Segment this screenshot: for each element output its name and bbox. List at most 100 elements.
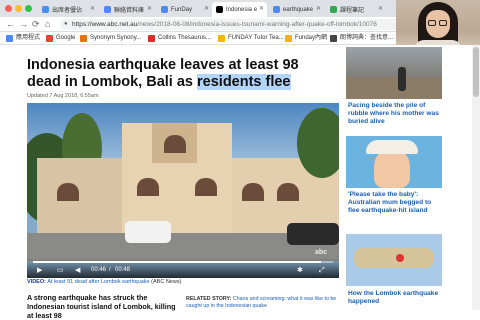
bookmark-item[interactable]: 應用程式	[6, 34, 40, 43]
minimize-window-button[interactable]	[15, 5, 22, 12]
video-window	[242, 183, 264, 201]
video-caption: VIDEO: At least 91 dead after Lombok ear…	[27, 279, 181, 285]
video-window	[277, 183, 299, 201]
tab-label: 聯絡資料庫	[114, 8, 145, 14]
sidebar-story-title[interactable]: 'Please take the baby': Australian mum b…	[348, 191, 442, 215]
browser-tab-active[interactable]: Indonesia e ✕	[212, 2, 267, 17]
zoom-window-button[interactable]	[25, 5, 32, 12]
address-bar[interactable]: ● https://www.abc.net.au/news/2018-08-08…	[60, 19, 405, 30]
video-progress-bar[interactable]	[33, 261, 333, 263]
bookmark-favicon-icon	[80, 35, 87, 42]
tab-favicon-icon	[161, 6, 168, 13]
home-icon[interactable]: ⌂	[45, 19, 50, 30]
video-window	[57, 183, 79, 201]
collins-icon	[148, 35, 155, 42]
bookmark-label: Collins Thesaurus...	[158, 35, 211, 41]
related-label: RELATED STORY:	[186, 296, 232, 302]
abc-favicon-icon	[216, 6, 223, 13]
google-icon	[46, 35, 53, 42]
glasses-right	[439, 20, 447, 26]
dictionary-icon	[330, 35, 337, 42]
tab-label: 出席者優佔	[52, 8, 83, 14]
article-headline: Indonesia earthquake leaves at least 98 …	[27, 57, 332, 91]
sidebar-story-title[interactable]: How the Lombok earthquake happened	[348, 290, 442, 306]
browser-tab[interactable]: 課程筆記 ✕	[326, 2, 386, 17]
updated-timestamp: Updated 7 Aug 2018, 6:55am	[27, 93, 99, 99]
bookmark-label: Synonym Synony...	[90, 35, 142, 41]
video-controls: ▶ ▭ ◀ 00:46 / 00:48 ✱ ⤢	[27, 258, 339, 278]
video-duration: 00:48	[115, 267, 131, 273]
video-current-time: 00:46	[91, 267, 107, 273]
tab-favicon-icon	[104, 6, 111, 13]
video-building-wing	[37, 158, 127, 233]
browser-tab[interactable]: earthquake ✕	[269, 2, 324, 17]
close-tab-icon[interactable]: ✕	[147, 5, 152, 12]
abc-watermark: abc	[315, 249, 328, 256]
baby-face-shape	[374, 148, 410, 188]
close-tab-icon[interactable]: ✕	[259, 5, 264, 12]
close-tab-icon[interactable]: ✕	[316, 5, 321, 12]
article-lead: A strong earthquake has struck the Indon…	[27, 293, 176, 320]
browser-tab[interactable]: 出席者優佔 ✕	[38, 2, 98, 17]
sidebar-story-image[interactable]	[346, 136, 442, 188]
map-land-shape	[354, 248, 434, 268]
video-window	[164, 135, 186, 153]
headline-selected-text[interactable]: residents flee	[197, 74, 291, 90]
reload-icon[interactable]: ⟳	[32, 19, 40, 30]
funday-icon	[218, 35, 225, 42]
tab-label: earthquake	[283, 6, 314, 13]
video-car-white	[125, 221, 171, 243]
fullscreen-icon[interactable]: ⤢	[319, 266, 325, 275]
forward-icon[interactable]: →	[19, 19, 28, 30]
rubble-shape	[346, 77, 442, 99]
bookmark-label: 朗博詞典：查找意...	[340, 35, 394, 41]
close-window-button[interactable]	[5, 5, 12, 12]
play-icon[interactable]: ▶	[37, 266, 42, 275]
captions-icon[interactable]: ▭	[57, 266, 64, 275]
bookmark-item[interactable]: FUNDAY Tutor Tea...	[218, 34, 284, 43]
browser-tab[interactable]: FunDay ✕	[157, 2, 212, 17]
funday-icon	[285, 35, 292, 42]
bookmark-item[interactable]: Google	[46, 34, 75, 43]
tab-label: Indonesia e	[226, 6, 258, 13]
close-tab-icon[interactable]: ✕	[90, 5, 95, 12]
caption-source: (ABC News)	[149, 279, 182, 285]
video-window	[195, 178, 217, 196]
bookmark-item[interactable]: Funday內網	[285, 34, 327, 43]
tab-label: 課程筆記	[340, 8, 365, 14]
scrollbar-thumb[interactable]	[473, 47, 479, 97]
caption-label: VIDEO:	[27, 279, 46, 285]
bookmark-label: 應用程式	[16, 35, 41, 41]
lock-icon: ●	[64, 21, 68, 27]
bookmark-item[interactable]: 朗博詞典：查找意...	[330, 34, 393, 43]
video-time-separator: /	[109, 267, 111, 273]
related-story: RELATED STORY: Chaos and screaming: what…	[186, 296, 338, 310]
apps-grid-icon	[6, 35, 13, 42]
sidebar-story-image[interactable]	[346, 234, 442, 286]
sidebar-story-title[interactable]: Pacing beside the pile of rubble where h…	[348, 102, 442, 126]
bookmark-item[interactable]: Collins Thesaurus...	[148, 34, 211, 43]
bookmark-item[interactable]: Synonym Synony...	[80, 34, 141, 43]
settings-icon[interactable]: ✱	[297, 266, 303, 275]
video-car-dark	[287, 223, 339, 245]
back-icon[interactable]: ←	[6, 19, 15, 30]
volume-icon[interactable]: ◀	[75, 266, 80, 275]
bookmark-label: Funday內網	[295, 35, 328, 41]
map-epicentre-shape	[396, 254, 404, 262]
url-path: /news/2018-08-08/indonesia-issues-tsunam…	[137, 21, 377, 28]
url-host: https://www.abc.net.au	[72, 21, 138, 28]
close-tab-icon[interactable]: ✕	[378, 5, 383, 12]
tab-label: FunDay	[171, 6, 193, 13]
baby-hat-shape	[366, 140, 418, 154]
browser-tab[interactable]: 聯絡資料庫 ✕	[100, 2, 155, 17]
video-tree	[297, 108, 339, 178]
page-scrollbar[interactable]	[472, 45, 480, 310]
tab-favicon-icon	[42, 6, 49, 13]
glasses-left	[428, 20, 436, 26]
sidebar-story-image[interactable]	[346, 47, 442, 99]
close-tab-icon[interactable]: ✕	[204, 5, 209, 12]
person-shape	[398, 67, 406, 91]
tab-favicon-icon	[330, 6, 337, 13]
caption-link[interactable]: At least 91 dead after Lombok earthquake	[47, 279, 149, 285]
video-player[interactable]: abc ▶ ▭ ◀ 00:46 / 00:48 ✱ ⤢	[27, 103, 339, 278]
